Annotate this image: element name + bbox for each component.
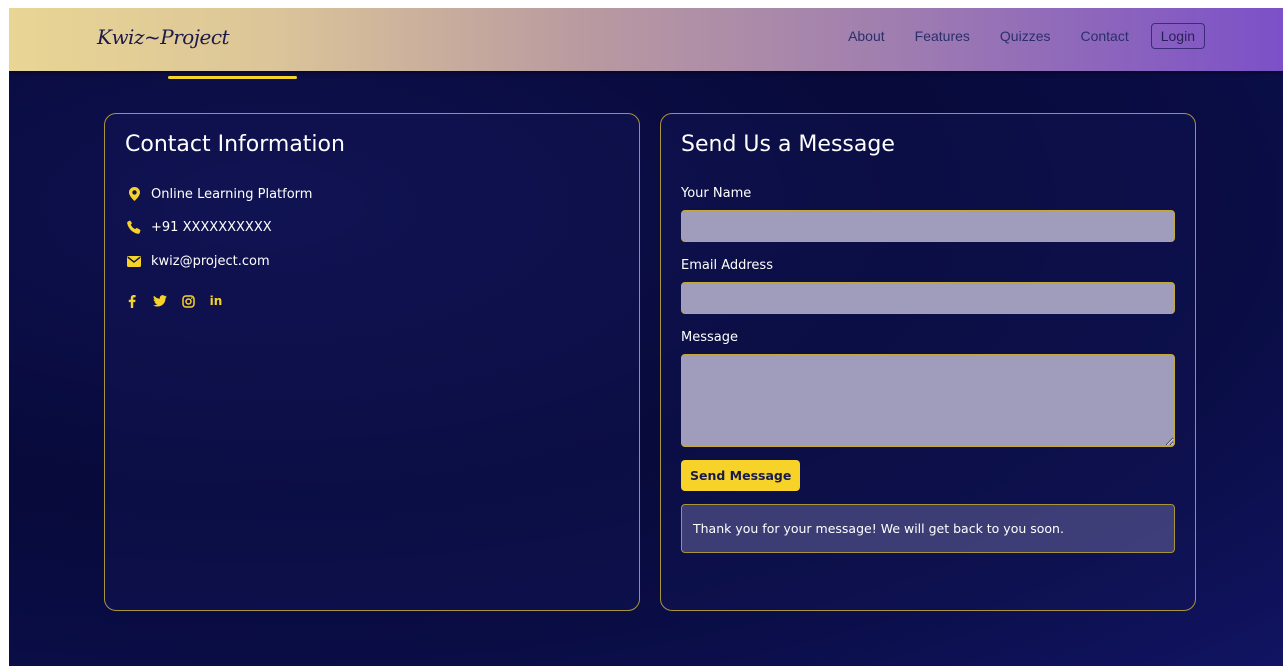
message-label: Message (681, 330, 738, 345)
twitter-icon[interactable] (153, 294, 167, 308)
name-input[interactable] (681, 210, 1175, 242)
phone-icon (125, 219, 143, 235)
contact-info-title: Contact Information (125, 132, 345, 157)
nav-link-contact[interactable]: Contact (1080, 28, 1128, 44)
message-form-card: Send Us a Message Your Name Email Addres… (660, 113, 1196, 611)
name-label: Your Name (681, 186, 752, 201)
login-button[interactable]: Login (1150, 23, 1205, 49)
success-message: Thank you for your message! We will get … (681, 504, 1175, 553)
contact-email-row: kwiz@project.com (125, 253, 270, 269)
contact-location-row: Online Learning Platform (125, 186, 312, 202)
contact-location-text: Online Learning Platform (151, 186, 313, 202)
instagram-icon[interactable] (181, 294, 195, 308)
navbar: Kwiz~Project About Features Quizzes Cont… (9, 8, 1283, 71)
email-input[interactable] (681, 282, 1175, 314)
contact-phone-row: +91 XXXXXXXXXX (125, 219, 272, 235)
contact-phone-text: +91 XXXXXXXXXX (151, 219, 272, 235)
map-marker-icon (125, 186, 143, 202)
contact-email-text: kwiz@project.com (151, 253, 270, 269)
success-message-text: Thank you for your message! We will get … (693, 521, 1064, 536)
message-form-title: Send Us a Message (681, 132, 895, 157)
social-links: in (125, 294, 223, 308)
nav-link-about[interactable]: About (848, 28, 885, 44)
nav-links: About Features Quizzes Contact Login (848, 23, 1205, 49)
envelope-icon (125, 253, 143, 269)
nav-link-features[interactable]: Features (915, 28, 970, 44)
send-message-button[interactable]: Send Message (681, 460, 801, 491)
linkedin-icon[interactable]: in (209, 294, 223, 308)
brand-logo[interactable]: Kwiz~Project (97, 25, 230, 49)
email-label: Email Address (681, 258, 773, 273)
message-textarea[interactable] (681, 354, 1175, 447)
nav-link-quizzes[interactable]: Quizzes (1000, 28, 1051, 44)
nav-active-underline (168, 76, 297, 79)
contact-info-card: Contact Information Online Learning Plat… (104, 113, 640, 611)
facebook-icon[interactable] (125, 294, 139, 308)
page: Kwiz~Project About Features Quizzes Cont… (9, 8, 1283, 666)
